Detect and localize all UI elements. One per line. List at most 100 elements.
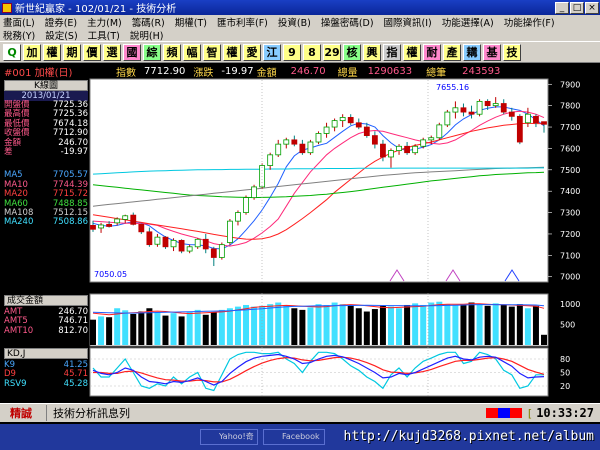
- toolbar-button-18[interactable]: 興: [363, 43, 381, 61]
- toolbar-button-3[interactable]: 期: [63, 43, 81, 61]
- toolbar-button-15[interactable]: 8: [303, 43, 321, 61]
- toolbar-button-22[interactable]: 產: [443, 43, 461, 61]
- volume-bar: [299, 309, 306, 345]
- toolbar-button-16[interactable]: 29: [323, 43, 341, 61]
- candle-body: [299, 143, 306, 154]
- candle-body: [508, 111, 515, 117]
- volume-data-panel: 成交金額 AMT 246.70 AMT5 746.71 AMT10 812.70: [4, 295, 88, 336]
- vendor-label: 精誠: [10, 407, 32, 420]
- toolbar-button-25[interactable]: 技: [503, 43, 521, 61]
- volume-bar: [404, 304, 411, 345]
- menu-item-row2-3[interactable]: 說明(H): [130, 28, 164, 42]
- candle-body: [524, 113, 531, 124]
- maximize-icon[interactable]: □: [570, 1, 584, 14]
- toolbar-button-0[interactable]: Q: [3, 43, 21, 61]
- volume-bar: [436, 301, 443, 345]
- toolbar-button-24[interactable]: 基: [483, 43, 501, 61]
- candle-body: [500, 103, 507, 113]
- kd-rsv9-line: [92, 351, 544, 392]
- toolbar-button-5[interactable]: 選: [103, 43, 121, 61]
- toolbar-button-14[interactable]: 9: [283, 43, 301, 61]
- menu-row-2: 稅務(Y) 設定(S) 工具(T) 說明(H): [0, 28, 600, 42]
- toolbar-button-13[interactable]: 江: [263, 43, 281, 61]
- toolbar-button-21[interactable]: 耐: [423, 43, 441, 61]
- candle-body: [315, 133, 322, 143]
- candle-body: [178, 239, 185, 252]
- candle-body: [331, 120, 338, 128]
- menu-item-row2-1[interactable]: 設定(S): [45, 28, 77, 42]
- candle-body: [355, 122, 362, 128]
- high-marker-label: 7655.16: [436, 83, 469, 92]
- toolbar-button-10[interactable]: 智: [203, 43, 221, 61]
- xaxis-strip: [0, 283, 600, 293]
- status-message: 技術分析訊息列: [46, 405, 486, 421]
- volume-bar: [323, 304, 330, 345]
- toolbar-button-8[interactable]: 頻: [163, 43, 181, 61]
- candle-body: [307, 141, 314, 154]
- volume-bar: [524, 308, 531, 345]
- total-count-label: 總筆: [426, 68, 447, 79]
- volume-bar: [162, 315, 169, 345]
- menu-item-9[interactable]: 功能選擇(A): [442, 15, 494, 29]
- toolbar-button-2[interactable]: 權: [43, 43, 61, 61]
- menu-item-10[interactable]: 功能操作(F): [504, 15, 555, 29]
- menu-item-row2-2[interactable]: 工具(T): [88, 28, 120, 42]
- toolbar-button-11[interactable]: 權: [223, 43, 241, 61]
- toolbar-button-17[interactable]: 核: [343, 43, 361, 61]
- volume-bar: [178, 316, 185, 345]
- ma-line-ma20: [92, 122, 544, 240]
- price-tick-7800: 7800: [560, 102, 580, 111]
- menu-item-2[interactable]: 主力(M): [87, 15, 122, 29]
- candle-body: [323, 126, 330, 134]
- toolbar-button-20[interactable]: 權: [403, 43, 421, 61]
- taskbar-item-yahoo[interactable]: Yahoo!奇: [200, 429, 258, 445]
- ma-line-ma240: [92, 167, 544, 175]
- candle-body: [420, 139, 427, 147]
- vol-tick-500: 500: [560, 321, 575, 330]
- toolbar-button-4[interactable]: 價: [83, 43, 101, 61]
- candle-body: [428, 137, 435, 141]
- taskbar-item-facebook[interactable]: Facebook: [263, 429, 325, 445]
- minimize-icon[interactable]: _: [555, 1, 569, 14]
- menu-item-4[interactable]: 期權(T): [175, 15, 207, 29]
- toolbar-button-1[interactable]: 加: [23, 43, 41, 61]
- volume-bar: [444, 304, 451, 345]
- menu-item-6[interactable]: 投資(B): [278, 15, 311, 29]
- symbol-code[interactable]: #001 加權(日): [4, 64, 84, 79]
- menu-item-3[interactable]: 籌碼(R): [132, 15, 165, 29]
- total-volume-label: 總量: [337, 68, 358, 79]
- toolbar-button-6[interactable]: 國: [123, 43, 141, 61]
- kdpanel.rows-row-2: RSV9 45.28: [4, 379, 88, 389]
- volume-bar: [379, 305, 386, 345]
- menu-item-row2-0[interactable]: 稅務(Y): [3, 28, 35, 42]
- volume-bar: [146, 308, 153, 345]
- close-icon[interactable]: ×: [585, 1, 599, 14]
- candle-body: [218, 244, 225, 258]
- candle-body: [194, 238, 201, 248]
- candle-body: [541, 121, 547, 125]
- total-count-value: 243593: [462, 66, 501, 77]
- toolbar-button-23[interactable]: 耩: [463, 43, 481, 61]
- menubar: 畫面(L) 證券(E) 主力(M) 籌碼(R) 期權(T) 匯市利率(F) 投資(B) 操盤密…: [0, 15, 600, 42]
- volume-bar: [251, 306, 258, 345]
- volume-bar: [291, 308, 298, 345]
- ma-line-ma108: [92, 166, 545, 207]
- menu-item-0[interactable]: 畫面(L): [3, 15, 35, 29]
- candle-body: [460, 107, 467, 113]
- volume-bar: [122, 310, 129, 345]
- price-tick-7600: 7600: [560, 144, 580, 153]
- toolbar-button-7[interactable]: 綜: [143, 43, 161, 61]
- volume-bar: [428, 302, 435, 345]
- volume-bar: [532, 305, 539, 345]
- candle-body: [380, 143, 386, 158]
- menu-item-7[interactable]: 操盤密碼(D): [321, 15, 374, 29]
- volume-bar: [243, 304, 250, 345]
- toolbar-button-9[interactable]: 幅: [183, 43, 201, 61]
- menu-item-1[interactable]: 證券(E): [45, 15, 77, 29]
- menu-item-8[interactable]: 國際資訊(I): [384, 15, 432, 29]
- menu-item-5[interactable]: 匯市利率(F): [217, 15, 268, 29]
- toolbar-button-12[interactable]: 愛: [243, 43, 261, 61]
- volume-bar: [347, 305, 354, 345]
- volume-bar: [387, 306, 394, 345]
- toolbar-button-19[interactable]: 指: [383, 43, 401, 61]
